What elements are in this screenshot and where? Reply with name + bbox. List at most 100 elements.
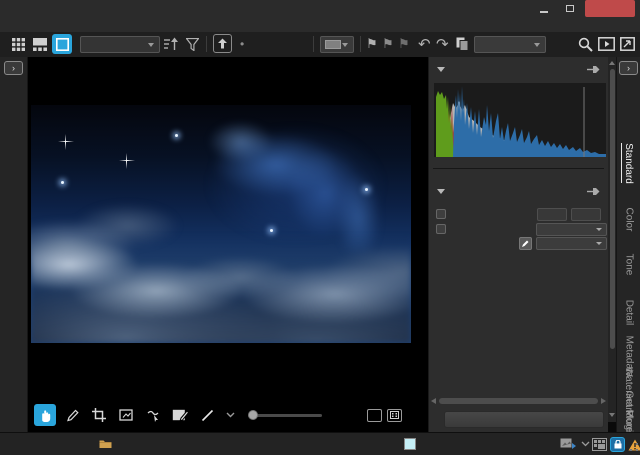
main-toolbar: • ⚑ ⚑ ⚑ ↶ ↷ — [0, 32, 640, 57]
scrollbar-corner — [608, 422, 616, 432]
layer-dropdown[interactable] — [474, 36, 546, 53]
close-button[interactable] — [585, 0, 635, 17]
slideshow-button[interactable] — [598, 34, 615, 54]
export-menu[interactable] — [560, 437, 590, 450]
clone-icon — [146, 409, 160, 422]
tools-bar — [34, 403, 242, 427]
status-bar — [0, 432, 640, 455]
scroll-down-arrow[interactable] — [609, 413, 615, 417]
lock-button[interactable] — [610, 437, 625, 452]
reset-all-button[interactable] — [444, 411, 604, 428]
pick-flag-button[interactable]: ⚑ — [366, 34, 378, 54]
zoom-1to1-button[interactable] — [367, 409, 382, 422]
split-view-icon — [33, 38, 47, 51]
search-icon — [578, 37, 593, 52]
clear-flag-button[interactable]: ⚑ — [398, 34, 410, 54]
arrow-up-icon — [217, 38, 228, 49]
right-tab-tone[interactable]: Tone — [617, 247, 640, 281]
sort-direction-button[interactable] — [164, 34, 179, 54]
left-panel-expand-button[interactable]: › — [4, 61, 23, 75]
thumbnail-grid-icon[interactable] — [592, 438, 607, 451]
filter-button[interactable] — [186, 34, 199, 54]
horizontal-scrollbar[interactable] — [431, 397, 606, 405]
white-balance-dropdown[interactable] — [536, 237, 607, 250]
histogram-graph — [434, 83, 606, 157]
scroll-up-arrow[interactable] — [609, 61, 615, 65]
minimize-button[interactable] — [532, 0, 556, 17]
retouch-tool-button[interactable] — [169, 404, 191, 426]
straighten-tool-button[interactable] — [115, 404, 137, 426]
no-rating-dot[interactable]: • — [240, 34, 244, 54]
zoom-slider[interactable] — [248, 414, 322, 417]
hand-icon — [39, 408, 52, 423]
crop-tool-button[interactable] — [88, 404, 110, 426]
zoom-slider-thumb[interactable] — [248, 410, 258, 420]
folder-icon — [99, 438, 112, 449]
vertical-scroll-thumb[interactable] — [610, 69, 615, 349]
section-divider — [433, 168, 604, 169]
preview-filmstrip-view-button[interactable] — [30, 34, 50, 54]
tab-label: Color — [623, 207, 634, 231]
redo-button[interactable]: ↷ — [436, 34, 449, 54]
color-label-dropdown[interactable] — [320, 36, 354, 53]
perfectly-clear-checkbox[interactable] — [436, 224, 446, 234]
pin-icon[interactable] — [587, 187, 600, 196]
image-canvas[interactable] — [28, 57, 428, 432]
single-image-view-button[interactable] — [52, 34, 72, 54]
scroll-left-arrow[interactable] — [431, 398, 436, 404]
copy-settings-button[interactable] — [456, 34, 469, 54]
horizontal-scroll-thumb[interactable] — [439, 398, 598, 404]
color-label-swatch — [325, 40, 341, 49]
clone-tool-button[interactable] — [142, 404, 164, 426]
maximize-button[interactable] — [558, 0, 582, 17]
copy-paste-icon — [456, 37, 469, 51]
main-area: › — [0, 57, 640, 432]
edit-tool-button[interactable] — [61, 404, 83, 426]
thumbnail-view-button[interactable] — [8, 34, 28, 54]
autolevel-row — [429, 208, 609, 221]
tab-label: Tone — [623, 253, 634, 275]
application-window: • ⚑ ⚑ ⚑ ↶ ↷ › — [0, 0, 640, 455]
fullscreen-button[interactable] — [620, 34, 635, 54]
fit-screen-icon — [390, 411, 399, 419]
sort-field-dropdown[interactable] — [80, 36, 160, 53]
right-tab-color[interactable]: Color — [617, 201, 640, 237]
resize-grip[interactable] — [630, 443, 638, 451]
scroll-right-arrow[interactable] — [601, 398, 606, 404]
sampled-color-swatch — [404, 438, 416, 450]
rotate-image-icon — [119, 409, 134, 422]
toolbar-separator — [360, 36, 361, 52]
play-screen-icon — [598, 37, 615, 51]
photo-preview — [31, 105, 411, 343]
white-balance-eyedropper-button[interactable] — [519, 237, 532, 250]
toolbar-separator — [313, 36, 314, 52]
right-panel-expand-button[interactable]: › — [619, 61, 638, 75]
vertical-scrollbar[interactable] — [608, 57, 616, 432]
autolevel-checkbox[interactable] — [436, 209, 446, 219]
histogram-header[interactable] — [429, 61, 608, 77]
autolevel-value-2[interactable] — [571, 208, 601, 221]
image-brush-icon — [172, 409, 188, 422]
pin-icon[interactable] — [587, 65, 600, 74]
export-image-icon — [560, 437, 576, 450]
chevron-down-icon — [342, 43, 348, 47]
reject-flag-button[interactable]: ⚑ — [382, 34, 394, 54]
output-queue-button[interactable] — [213, 34, 232, 53]
autolevel-value-1[interactable] — [537, 208, 567, 221]
perfectly-clear-row — [429, 223, 609, 236]
draw-tool-button[interactable] — [196, 404, 218, 426]
chevron-down-icon — [596, 242, 602, 245]
undo-button[interactable]: ↶ — [418, 34, 431, 54]
clouds — [31, 234, 411, 343]
fit-to-screen-button[interactable] — [387, 409, 402, 422]
collapse-triangle-icon — [437, 67, 445, 72]
basic-adjustments-header[interactable] — [429, 183, 608, 199]
expand-icon — [620, 37, 635, 51]
search-button[interactable] — [578, 34, 593, 54]
tab-label: Detail — [623, 299, 634, 325]
pan-tool-button[interactable] — [34, 404, 56, 426]
tint-dropdown[interactable] — [536, 223, 607, 236]
right-tab-standard[interactable]: Standard — [617, 137, 640, 189]
more-tools-button[interactable] — [223, 404, 237, 426]
right-tab-detail[interactable]: Detail — [617, 291, 640, 333]
